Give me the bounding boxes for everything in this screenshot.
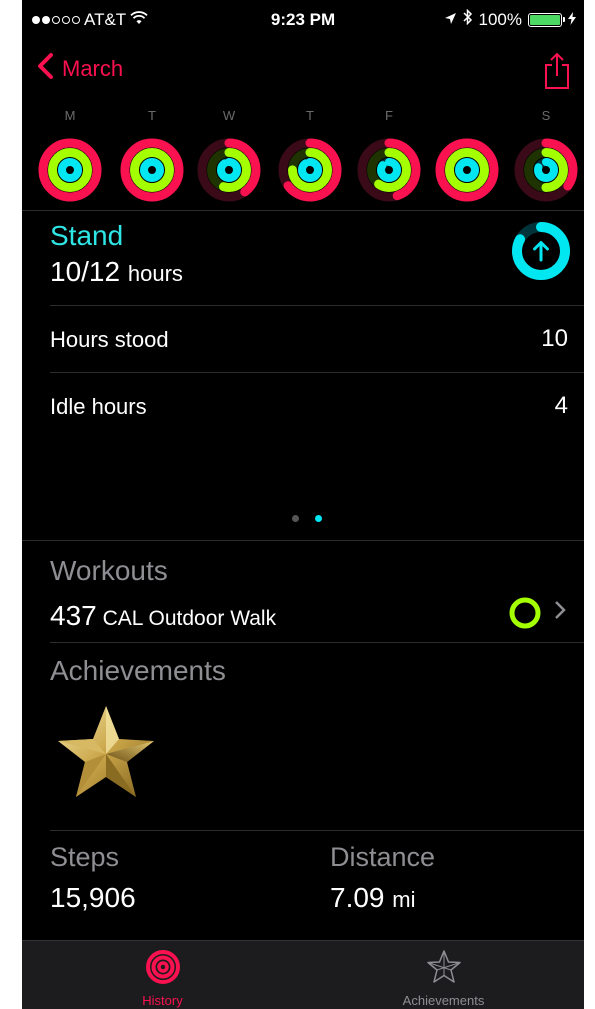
stand-arrow-icon <box>510 220 572 282</box>
ring-arc <box>455 158 479 182</box>
tab-bar: History Achievements <box>22 940 584 1009</box>
ring-arc <box>140 158 164 182</box>
tab-history-label: History <box>142 993 183 1008</box>
achievements-star-icon <box>303 949 584 985</box>
bluetooth-icon <box>462 8 473 30</box>
divider <box>22 540 584 541</box>
page-dot[interactable] <box>315 515 322 522</box>
history-rings-icon <box>22 949 303 985</box>
divider <box>50 372 584 373</box>
week-day-label[interactable]: T <box>295 106 325 126</box>
workouts-title: Workouts <box>50 555 168 586</box>
day-activity-rings[interactable] <box>38 138 102 202</box>
tab-achievements-label: Achievements <box>402 993 485 1008</box>
steps-label: Steps <box>50 842 120 872</box>
divider <box>50 642 584 643</box>
day-activity-rings[interactable] <box>514 138 578 202</box>
share-button[interactable] <box>542 52 572 95</box>
distance-unit: mi <box>392 887 416 912</box>
week-day-label[interactable]: T <box>137 106 167 126</box>
tab-history[interactable]: History <box>22 941 303 1009</box>
page-dot[interactable] <box>292 515 299 522</box>
stand-unit: hours <box>127 261 183 286</box>
achievements-title: Achievements <box>50 655 226 686</box>
workout-calories: 437 <box>50 600 97 631</box>
activity-app-screen: AT&T 9:23 PM 100% March M T W T F S S St… <box>22 0 584 1009</box>
idle-hours-label: Idle hours <box>50 394 147 419</box>
ring-arc <box>298 158 322 182</box>
back-label: March <box>62 56 124 81</box>
up-arrow <box>533 241 549 262</box>
status-right: 100% <box>444 8 576 30</box>
stand-value: 10/12 <box>50 256 121 287</box>
chevron-left-icon <box>36 52 56 86</box>
week-day-label[interactable]: S <box>452 105 482 126</box>
ring-arc <box>48 148 92 192</box>
status-bar: AT&T 9:23 PM 100% <box>22 0 584 38</box>
divider <box>22 210 584 211</box>
day-activity-rings[interactable] <box>120 138 184 202</box>
stand-value-line: 10/12 hours <box>50 256 183 288</box>
week-day-label[interactable]: S <box>531 106 561 126</box>
tab-achievements[interactable]: Achievements <box>303 941 584 1009</box>
page-indicator[interactable] <box>292 515 322 522</box>
day-activity-rings[interactable] <box>435 138 499 202</box>
share-icon <box>542 52 572 94</box>
workout-name: Outdoor Walk <box>148 607 277 630</box>
ring-arc <box>534 158 558 182</box>
day-activity-rings[interactable] <box>357 138 421 202</box>
charging-bolt-icon <box>568 10 576 30</box>
ring-arc <box>58 158 82 182</box>
stand-title: Stand <box>50 220 124 251</box>
ring-arc <box>377 158 401 182</box>
day-activity-rings[interactable] <box>197 138 261 202</box>
steps-value: 15,906 <box>50 882 136 913</box>
idle-hours-value: 4 <box>554 392 568 419</box>
hours-stood-label: Hours stood <box>50 327 169 352</box>
hours-stood-value: 10 <box>541 325 568 352</box>
chevron-right-icon[interactable] <box>554 600 566 626</box>
workout-row[interactable]: 437 CAL Outdoor Walk <box>50 600 276 632</box>
week-day-label[interactable]: F <box>374 106 404 126</box>
distance-value: 7.09 <box>330 882 385 913</box>
location-arrow-icon <box>444 10 457 30</box>
back-button[interactable]: March <box>36 52 123 86</box>
battery-percent: 100% <box>478 9 522 29</box>
week-day-label[interactable]: W <box>214 106 244 126</box>
gold-star-medal-icon[interactable] <box>54 704 158 805</box>
divider <box>50 830 584 831</box>
battery-icon <box>528 12 565 27</box>
divider <box>50 305 584 306</box>
nav-bar: March <box>22 52 584 92</box>
day-activity-rings[interactable] <box>278 138 342 202</box>
distance-value-line: 7.09 mi <box>330 882 416 914</box>
week-day-label[interactable]: M <box>55 106 85 126</box>
ring-arc <box>130 148 174 192</box>
ring-arc <box>445 148 489 192</box>
workout-ring-icon <box>508 596 542 635</box>
week-day-labels: MTWTFSS <box>22 105 584 126</box>
distance-label: Distance <box>330 842 436 872</box>
week-rings <box>22 138 584 202</box>
workout-calories-unit: CAL <box>102 607 143 630</box>
ring-arc <box>217 158 241 182</box>
